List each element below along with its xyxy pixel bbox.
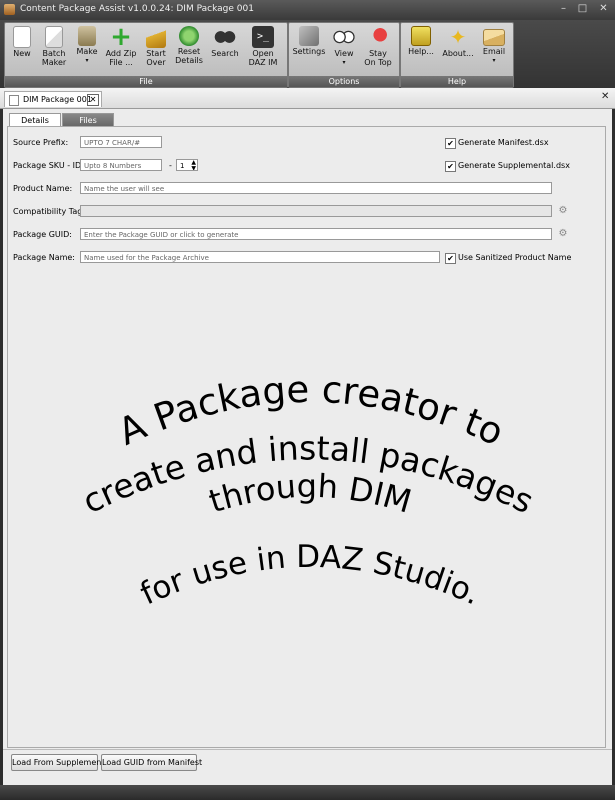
document-icon [9,95,19,106]
product-name-label: Product Name: [13,184,73,193]
compatibility-tags-input[interactable] [80,205,552,217]
generate-guid-gear-icon[interactable]: ⚙ [558,229,568,239]
banner-text: A Package creator to create and install … [76,377,539,613]
help-group-label: Help [401,76,513,87]
package-id-value: 1 [180,162,185,170]
load-guid-from-manifest-button[interactable]: Load GUID from Manifest [101,754,202,771]
plus-icon: + [110,22,132,52]
document-tab-label: DIM Package 001 [23,95,92,104]
star-icon: ✦ [449,25,467,49]
package-sku-input[interactable]: Upto 8 Numbers [80,159,162,171]
binoculars-icon [214,26,236,48]
use-sanitized-name-checkbox[interactable]: ✔ [445,253,456,264]
banner-line-3: through DIM [204,467,415,521]
title-bar: Content Package Assist v1.0.0.24: DIM Pa… [0,0,615,20]
eyes-icon [333,26,355,48]
generate-supplemental-checkbox[interactable]: ✔ [445,161,456,172]
bottom-button-bar: Load From Supplement Load GUID from Mani… [3,749,612,786]
sku-dash: - [169,161,172,170]
package-guid-input[interactable]: Enter the Package GUID or click to gener… [80,228,552,240]
refresh-arrows-icon [179,26,199,46]
settings-tools-icon [299,26,319,46]
package-sku-label: Package SKU - ID: [13,161,84,170]
new-document-icon [13,26,31,48]
search-button[interactable]: Search [209,24,241,76]
package-guid-label: Package GUID: [13,230,72,239]
envelope-icon [483,29,505,46]
tab-details[interactable]: Details [9,113,61,127]
generate-supplemental-label: Generate Supplemental.dsx [458,161,570,170]
document-tab-bar: DIM Package 001 ✕ [0,88,615,109]
about-button[interactable]: ✦ About... [441,24,475,76]
status-bar [0,785,615,800]
window-title: Content Package Assist v1.0.0.24: DIM Pa… [20,4,254,14]
options-group-label: Options [289,76,399,87]
close-tab-button[interactable]: ✕ [87,94,99,106]
close-document-panel-button[interactable]: ✕ [601,91,609,102]
app-icon [4,4,15,15]
banner-line-4: for use in DAZ Studio. [135,539,486,613]
main-panel: Details Files Source Prefix: UPTO 7 CHAR… [3,109,612,786]
terminal-icon: >_ [252,26,274,48]
minimize-button[interactable]: – [555,2,572,16]
package-name-label: Package Name: [13,253,75,262]
stepper-arrows-icon[interactable]: ▲ ▼ [191,160,196,170]
open-daz-im-button[interactable]: >_ Open DAZ IM [245,24,281,76]
ribbon-group-options: Settings View ▾ Stay On Top Options [288,22,400,88]
ribbon-group-help: Help... ✦ About... Email ▾ Help [400,22,514,88]
source-prefix-input[interactable]: UPTO 7 CHAR/# [80,136,162,148]
package-id-stepper[interactable]: 1 ▲ ▼ [176,159,198,171]
gear-icon[interactable]: ⚙ [558,206,568,216]
add-zip-file-button[interactable]: + Add Zip File ... [104,24,138,76]
ribbon-group-file: New Batch Maker Make ▾ + Add Zip File ..… [4,22,288,88]
view-button[interactable]: View ▾ [329,24,359,76]
broom-icon [146,26,166,48]
reset-details-button[interactable]: Reset Details [173,24,205,76]
details-panel: Source Prefix: UPTO 7 CHAR/# ✔ Generate … [7,126,606,748]
ribbon-toolbar: New Batch Maker Make ▾ + Add Zip File ..… [0,20,615,88]
package-name-input[interactable]: Name used for the Package Archive [80,251,440,263]
help-button[interactable]: Help... [404,24,438,76]
pushpin-icon [367,26,389,48]
maximize-button[interactable]: □ [574,2,591,16]
load-from-supplement-button[interactable]: Load From Supplement [11,754,104,771]
tab-files[interactable]: Files [62,113,114,127]
source-prefix-label: Source Prefix: [13,138,69,147]
batch-documents-icon [45,26,63,48]
generate-manifest-checkbox[interactable]: ✔ [445,138,456,149]
file-group-label: File [5,76,287,87]
settings-button[interactable]: Settings [292,24,326,76]
close-window-button[interactable]: ✕ [595,2,612,16]
new-button[interactable]: New [8,24,36,76]
start-over-button[interactable]: Start Over [141,24,171,76]
product-name-input[interactable]: Name the user will see [80,182,552,194]
generate-manifest-label: Generate Manifest.dsx [458,138,549,147]
stay-on-top-button[interactable]: Stay On Top [361,24,395,76]
use-sanitized-name-label: Use Sanitized Product Name [458,253,572,262]
make-button[interactable]: Make ▾ [72,24,102,76]
batch-maker-button[interactable]: Batch Maker [38,24,70,76]
make-package-icon [78,26,96,46]
document-tab[interactable]: DIM Package 001 ✕ [4,91,102,107]
email-button[interactable]: Email ▾ [478,24,510,76]
compatibility-tags-label: Compatibility Tags: [13,207,90,216]
help-book-icon [411,26,431,46]
